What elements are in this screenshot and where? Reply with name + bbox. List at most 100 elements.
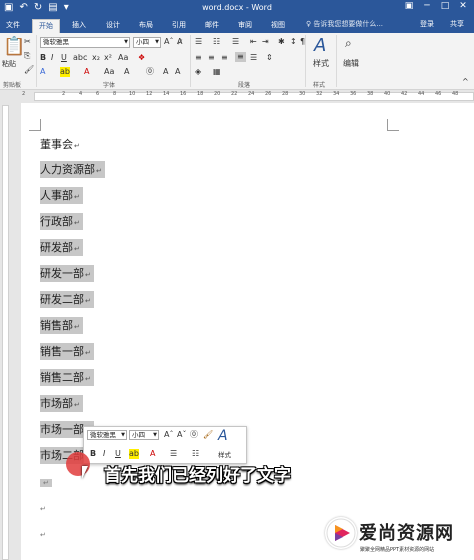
- document-line[interactable]: 行政部↵: [40, 213, 83, 230]
- ruler-mark: 40: [384, 91, 391, 97]
- mini-font-name-combo[interactable]: 微软雅黑 ▼: [87, 430, 127, 440]
- enclose-icon[interactable]: A: [163, 67, 168, 77]
- strikethrough-icon[interactable]: abc: [73, 53, 87, 63]
- italic-icon[interactable]: I: [51, 53, 53, 63]
- font-name-combo[interactable]: 微软雅黑 ▼: [40, 37, 130, 48]
- tab-references[interactable]: 引用: [166, 19, 192, 33]
- paragraph-mark: ↵: [40, 531, 46, 539]
- char-shading-icon[interactable]: Aa: [104, 67, 114, 77]
- mini-styles-label[interactable]: 样式: [218, 450, 231, 460]
- ruler-mark: 46: [435, 91, 442, 97]
- document-page[interactable]: 董事会↵ 人力资源部↵ 人事部↵ 行政部↵ 研发部↵ 研发一部↵ 研发二部↵ 销…: [21, 103, 474, 560]
- vertical-ruler[interactable]: [0, 103, 10, 560]
- align-left-icon[interactable]: ≡: [195, 53, 202, 63]
- mini-underline-icon[interactable]: U: [115, 449, 121, 459]
- change-case-icon[interactable]: Aa: [118, 53, 128, 63]
- tab-design[interactable]: 设计: [100, 19, 126, 33]
- mouse-cursor-icon: [82, 466, 94, 479]
- font-color-icon[interactable]: A: [84, 67, 89, 77]
- document-line[interactable]: 人力资源部↵: [40, 161, 105, 178]
- phonetic-icon[interactable]: ⓪: [146, 67, 154, 77]
- horizontal-ruler[interactable]: 2 2 4 6 8 10 12 14 16 18 20 22 24 26 28 …: [0, 91, 474, 103]
- mini-numbering-icon[interactable]: ☷: [192, 449, 199, 459]
- grow-font-icon[interactable]: Aˆ: [164, 37, 173, 47]
- ruler-mark: 14: [163, 91, 170, 97]
- mini-enclose-icon[interactable]: ⓪: [190, 430, 198, 440]
- bullets-icon[interactable]: ☰: [195, 37, 202, 47]
- editing-button[interactable]: 编辑: [343, 59, 359, 69]
- mini-format-painter-icon[interactable]: 🖌: [203, 430, 213, 440]
- watermark-title: 爱尚资源网: [359, 523, 454, 544]
- search-icon[interactable]: ⌕: [345, 37, 352, 49]
- distributed-icon[interactable]: ☰: [250, 53, 257, 63]
- multilevel-icon[interactable]: ☰: [232, 37, 239, 47]
- document-line[interactable]: 研发部↵: [40, 239, 83, 256]
- clear-format-icon[interactable]: A̷: [177, 37, 182, 47]
- document-line[interactable]: 销售一部↵: [40, 343, 94, 360]
- mini-toolbar: 微软雅黑 ▼ 小四 ▼ Aˆ Aˇ ⓪ 🖌 A B I U ab A ☰ ☷ 样式: [83, 426, 247, 464]
- mini-grow-font-icon[interactable]: Aˆ: [164, 430, 173, 440]
- ruler-mark: 30: [299, 91, 306, 97]
- align-center-icon[interactable]: ≡: [208, 53, 215, 63]
- mini-shrink-font-icon[interactable]: Aˇ: [177, 430, 186, 440]
- mini-bold-icon[interactable]: B: [90, 449, 96, 459]
- tab-insert[interactable]: 插入: [66, 19, 92, 33]
- chinese-layout-icon[interactable]: ✱: [278, 37, 285, 47]
- document-line[interactable]: 研发二部↵: [40, 291, 94, 308]
- increase-indent-icon[interactable]: ⇥: [262, 37, 269, 47]
- superscript-icon[interactable]: x²: [104, 53, 112, 63]
- grow-shrink-icon[interactable]: A: [124, 67, 129, 77]
- tab-home[interactable]: 开始: [32, 19, 60, 33]
- share-button[interactable]: 共享: [450, 19, 464, 29]
- text-effect-icon[interactable]: A: [40, 67, 45, 77]
- close-button[interactable]: ✕: [454, 1, 472, 11]
- ribbon-options-icon[interactable]: ▣: [400, 1, 418, 11]
- sort-icon[interactable]: ↕: [290, 37, 297, 47]
- login-link[interactable]: 登录: [420, 19, 434, 29]
- mini-italic-icon[interactable]: I: [103, 449, 105, 459]
- text-effects-icon[interactable]: ❖: [138, 53, 145, 63]
- tab-mailings[interactable]: 邮件: [199, 19, 225, 33]
- char-border-icon[interactable]: A: [175, 67, 180, 77]
- mini-styles-icon[interactable]: A: [218, 429, 228, 443]
- justify-icon[interactable]: ≡: [235, 52, 246, 62]
- cut-icon[interactable]: ✂: [24, 37, 31, 47]
- paste-button[interactable]: 粘贴: [2, 59, 16, 69]
- styles-icon[interactable]: A: [314, 36, 326, 56]
- tab-layout[interactable]: 布局: [133, 19, 159, 33]
- tab-file[interactable]: 文件: [0, 19, 26, 33]
- document-line[interactable]: 市场部↵: [40, 395, 83, 412]
- collapse-ribbon-icon[interactable]: ^: [462, 77, 469, 87]
- font-size-combo[interactable]: 小四 ▼: [133, 37, 161, 48]
- numbering-icon[interactable]: ☷: [213, 37, 220, 47]
- mini-bullets-icon[interactable]: ☰: [170, 449, 177, 459]
- align-right-icon[interactable]: ≡: [221, 53, 228, 63]
- format-painter-icon[interactable]: 🖌: [24, 65, 34, 75]
- tell-me-box[interactable]: ♀ 告诉我您想要做什么...: [306, 19, 383, 29]
- underline-icon[interactable]: U: [61, 53, 67, 63]
- mini-font-color-icon[interactable]: A: [150, 449, 155, 459]
- tab-review[interactable]: 审阅: [232, 19, 258, 33]
- bold-icon[interactable]: B: [40, 53, 46, 63]
- document-line[interactable]: 人事部↵: [40, 187, 83, 204]
- copy-icon[interactable]: ⎘: [24, 51, 30, 61]
- document-line[interactable]: 销售二部↵: [40, 369, 94, 386]
- decrease-indent-icon[interactable]: ⇤: [250, 37, 257, 47]
- mini-highlight-icon[interactable]: ab: [129, 449, 139, 459]
- tab-view[interactable]: 视图: [265, 19, 291, 33]
- document-line[interactable]: 董事会↵: [40, 136, 80, 153]
- mini-font-size-combo[interactable]: 小四 ▼: [129, 430, 159, 440]
- subscript-icon[interactable]: x₂: [92, 53, 100, 63]
- ruler-mark: 2: [22, 91, 26, 97]
- document-line[interactable]: 销售部↵: [40, 317, 83, 334]
- borders-icon[interactable]: ▦: [213, 67, 221, 77]
- highlight-icon[interactable]: ab: [60, 67, 70, 77]
- line-spacing-icon[interactable]: ⇕: [266, 53, 273, 63]
- minimize-button[interactable]: ─: [418, 1, 436, 11]
- ruler-mark: 48: [452, 91, 459, 97]
- paste-icon[interactable]: 📋: [3, 37, 25, 57]
- styles-button[interactable]: 样式: [313, 59, 329, 69]
- shading-icon[interactable]: ◈: [195, 67, 201, 77]
- maximize-button[interactable]: □: [436, 1, 454, 11]
- document-line[interactable]: 研发一部↵: [40, 265, 94, 282]
